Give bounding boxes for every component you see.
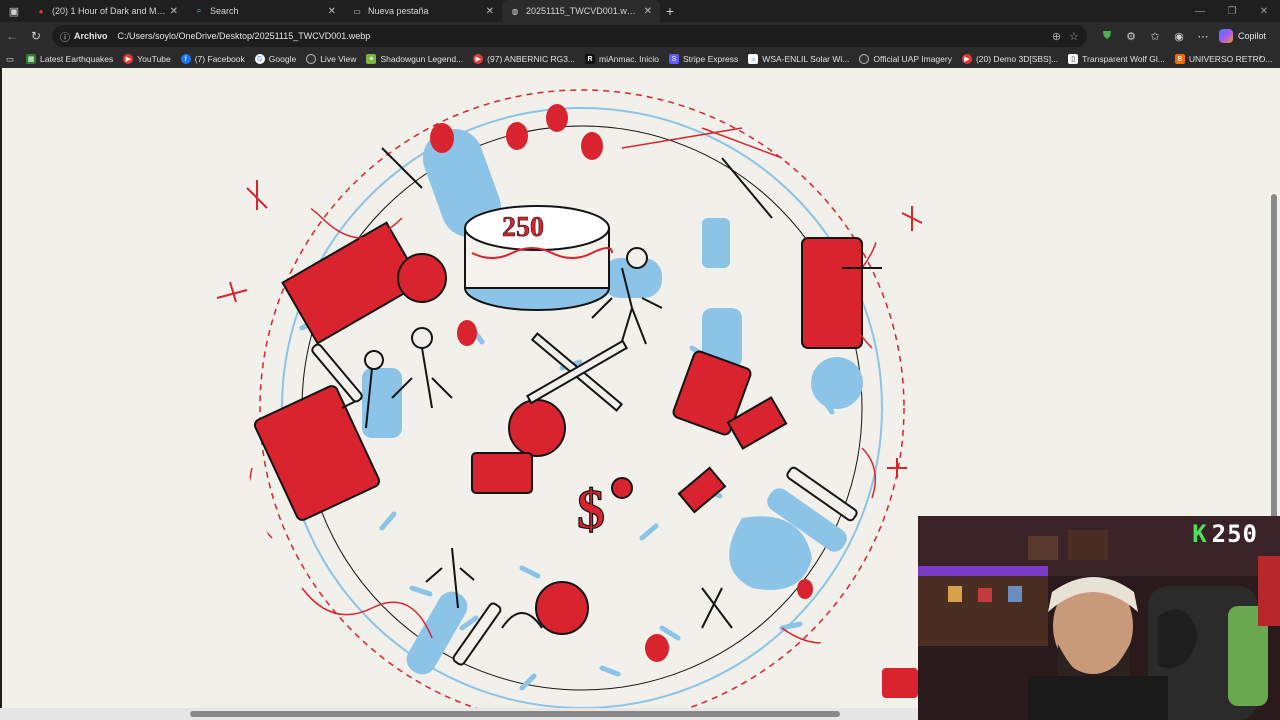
- favorites-icon[interactable]: ✩: [1143, 30, 1167, 43]
- close-icon[interactable]: ✕: [170, 6, 178, 17]
- bookmark-item[interactable]: S Stripe Express: [669, 54, 738, 64]
- copilot-button[interactable]: Copilot: [1219, 29, 1266, 43]
- more-menu-icon[interactable]: ⋯: [1191, 30, 1215, 43]
- webcam-overlay: K 250: [918, 516, 1280, 720]
- window-controls: — ❐ ✕: [1184, 0, 1280, 22]
- minimize-icon[interactable]: —: [1184, 0, 1216, 22]
- close-icon[interactable]: ✕: [486, 6, 494, 17]
- profile-avatar-icon[interactable]: ◉: [1167, 30, 1191, 43]
- globe-icon: ◍: [511, 6, 519, 16]
- copilot-icon: [1219, 29, 1233, 43]
- google-icon: G: [254, 54, 265, 64]
- youtube-icon: ▶: [961, 54, 972, 64]
- address-toolbar: ← ↻ ⓘ Archivo C:/Users/soylo/OneDrive/De…: [0, 22, 1280, 50]
- search-icon: ⌕: [196, 6, 202, 15]
- bookmarks-bar: ▭ ▦ Latest Earthquakes ▶ YouTube f (7) Face…: [0, 50, 1280, 68]
- bookmark-item[interactable]: Official UAP Imagery: [859, 54, 952, 64]
- bookmark-item[interactable]: ▦ Latest Earthquakes: [26, 54, 113, 64]
- bookmark-item[interactable]: ▯ Transparent Wolf Gl...: [1068, 54, 1165, 64]
- sidebar-toggle-icon[interactable]: ▭: [6, 54, 14, 65]
- browser-tools: ⛊ ⚙ ✩ ◉ ⋯: [1095, 30, 1215, 43]
- bookmark-item[interactable]: f (7) Facebook: [180, 54, 245, 64]
- horizontal-scroll-thumb[interactable]: [190, 711, 840, 717]
- close-icon[interactable]: ✕: [328, 6, 336, 17]
- tab-title: Nueva pestaña: [368, 6, 429, 16]
- bookmark-item[interactable]: RmiAnmac. Inicio: [585, 54, 659, 64]
- stream-counter: K 250: [1192, 520, 1258, 548]
- tab-bar: ▣ ● (20) 1 Hour of Dark and Mysteric ✕ ⌕…: [0, 0, 1280, 22]
- info-icon[interactable]: ⓘ: [60, 29, 70, 44]
- extensions-icon[interactable]: ⚙: [1119, 30, 1143, 43]
- tab-title: 20251115_TWCVD001.webp (960: [526, 6, 640, 16]
- bookmark-item[interactable]: ▶ YouTube: [123, 54, 171, 64]
- close-window-icon[interactable]: ✕: [1248, 0, 1280, 22]
- map-icon: ▦: [26, 54, 37, 64]
- zoom-icon[interactable]: ⊕: [1052, 30, 1061, 43]
- tab-title: (20) 1 Hour of Dark and Mysteric: [52, 6, 166, 16]
- bookmark-item[interactable]: ☼ WSA-ENLIL Solar Wi...: [748, 54, 849, 64]
- page-icon: ▭: [353, 6, 361, 16]
- url-text[interactable]: C:/Users/soylo/OneDrive/Desktop/20251115…: [118, 31, 1044, 41]
- youtube-icon: ▶: [473, 54, 484, 64]
- stripe-icon: S: [669, 54, 680, 64]
- r-icon: R: [585, 54, 596, 64]
- shield-icon[interactable]: ⛊: [1095, 30, 1119, 43]
- globe-icon: [306, 54, 317, 64]
- bookmark-item[interactable]: ▶ (20) Demo 3D[SBS]...: [961, 54, 1058, 64]
- facebook-icon: f: [180, 54, 191, 64]
- tab-youtube[interactable]: ● (20) 1 Hour of Dark and Mysteric ✕: [28, 0, 186, 22]
- chevron-right-icon[interactable]: ›: [1259, 52, 1262, 63]
- bookmark-item[interactable]: G Google: [254, 54, 296, 64]
- new-tab-button[interactable]: +: [660, 3, 680, 19]
- favorite-star-icon[interactable]: ☆: [1069, 30, 1079, 43]
- globe-icon: [859, 54, 870, 64]
- bookmark-item[interactable]: ✦ Shadowgun Legend...: [366, 54, 463, 64]
- youtube-icon: ▶: [123, 54, 134, 64]
- reload-button[interactable]: ↻: [24, 24, 48, 48]
- svg-text:$: $: [577, 479, 605, 541]
- tab-actions-icon[interactable]: ▣: [0, 0, 28, 22]
- counter-value: 250: [1211, 520, 1258, 548]
- scheme-label: Archivo: [74, 31, 108, 41]
- android-icon: ✦: [366, 54, 377, 64]
- blogger-icon: B: [1174, 54, 1185, 64]
- back-button[interactable]: ←: [0, 24, 24, 48]
- tab-search[interactable]: ⌕ Search ✕: [186, 0, 344, 22]
- restore-icon[interactable]: ❐: [1216, 0, 1248, 22]
- tab-image[interactable]: ◍ 20251115_TWCVD001.webp (960 ✕: [502, 0, 660, 22]
- tab-new[interactable]: ▭ Nueva pestaña ✕: [344, 0, 502, 22]
- close-icon[interactable]: ✕: [644, 6, 652, 17]
- bookmark-item[interactable]: ▶ (97) ANBERNIC RG3...: [473, 54, 575, 64]
- cake-number: 250: [502, 212, 544, 243]
- sun-icon: ☼: [748, 54, 759, 64]
- tab-title: Search: [210, 6, 239, 16]
- bookmark-item[interactable]: Live View: [306, 54, 356, 64]
- copilot-label: Copilot: [1238, 31, 1267, 41]
- counter-prefix: K: [1192, 520, 1208, 548]
- youtube-icon: ●: [38, 6, 44, 16]
- address-bar[interactable]: ⓘ Archivo C:/Users/soylo/OneDrive/Deskto…: [52, 25, 1087, 47]
- page-icon: ▯: [1068, 54, 1079, 64]
